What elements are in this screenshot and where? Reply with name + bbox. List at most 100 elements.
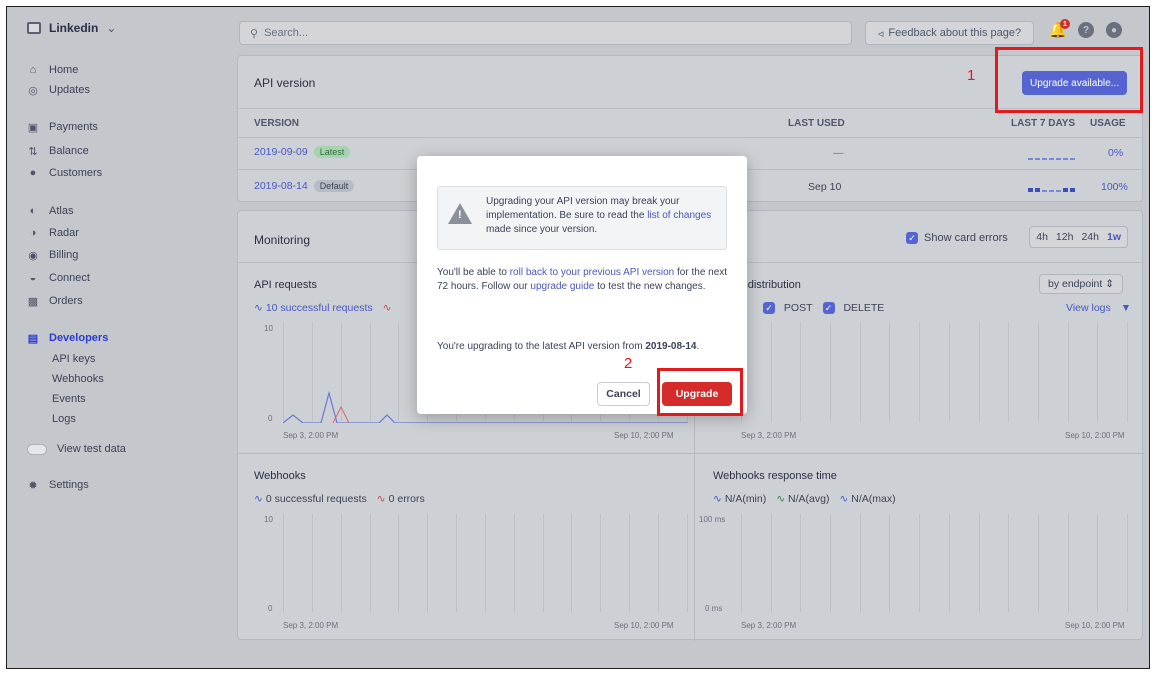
range-24h[interactable]: 24h bbox=[1081, 231, 1099, 243]
balance-icon: ⇅ bbox=[28, 145, 38, 158]
legend-label: N/A(min) bbox=[724, 493, 767, 505]
time-range-selector[interactable]: 4h 12h 24h 1w bbox=[1029, 226, 1128, 248]
webhooks-response-title: Webhooks response time bbox=[713, 470, 837, 482]
megaphone-icon: ◃ bbox=[877, 27, 884, 40]
range-4h[interactable]: 4h bbox=[1036, 231, 1048, 243]
checkbox-checked-icon: ✓ bbox=[763, 302, 775, 314]
radar-icon: ◑ bbox=[29, 227, 37, 239]
x-axis-end: Sep 10, 2:00 PM bbox=[1065, 431, 1125, 440]
line-icon: ∿ bbox=[376, 493, 386, 505]
usage-value: 0% bbox=[1108, 147, 1124, 159]
account-name: Linkedin bbox=[49, 21, 99, 35]
user-avatar-icon[interactable]: ● bbox=[1106, 22, 1122, 38]
annotation-box-1 bbox=[995, 47, 1143, 113]
warning-text: Upgrading your API version may break you… bbox=[486, 196, 712, 235]
table-row[interactable]: 2019-09-09 Latest bbox=[254, 146, 351, 158]
feedback-button[interactable]: ◃ Feedback about this page? bbox=[865, 21, 1034, 45]
toggle-label: View test data bbox=[57, 443, 126, 455]
line-icon: ∿ bbox=[382, 302, 392, 314]
annotation-number-2: 2 bbox=[624, 355, 633, 372]
line-icon: ∿ bbox=[776, 493, 786, 505]
sidebar-item-payments[interactable]: ▣ Payments bbox=[27, 119, 98, 135]
sidebar-item-updates[interactable]: ◎ Updates bbox=[27, 82, 90, 98]
app-window: Linkedin ⌄ ⌂ Home ◎ Updates ▣ Payments ⇅ Bal… bbox=[6, 6, 1150, 669]
x-axis-end: Sep 10, 2:00 PM bbox=[614, 431, 674, 440]
link-label: View logs bbox=[1066, 302, 1111, 314]
sidebar-item-label: Settings bbox=[49, 479, 89, 491]
webhooks-title: Webhooks bbox=[254, 470, 306, 482]
filter-label: DELETE bbox=[843, 302, 885, 314]
usage-sparkline bbox=[1028, 154, 1075, 160]
upgrade-guide-link[interactable]: upgrade guide bbox=[530, 281, 594, 292]
cancel-button[interactable]: Cancel bbox=[597, 382, 650, 406]
home-icon: ⌂ bbox=[29, 64, 37, 76]
sidebar-item-atlas[interactable]: ◐ Atlas bbox=[27, 203, 74, 219]
checkbox-checked-icon: ✓ bbox=[906, 232, 918, 244]
help-icon[interactable]: ? bbox=[1078, 22, 1094, 38]
filter-delete[interactable]: ✓ DELETE bbox=[822, 302, 885, 314]
sidebar-item-webhooks[interactable]: Webhooks bbox=[52, 373, 104, 385]
sidebar-item-api-keys[interactable]: API keys bbox=[52, 353, 95, 365]
sidebar-item-label: Home bbox=[49, 64, 79, 76]
version-link[interactable]: 2019-09-09 bbox=[254, 146, 308, 158]
sidebar-item-logs[interactable]: Logs bbox=[52, 413, 76, 425]
rollback-link[interactable]: roll back to your previous API version bbox=[510, 267, 675, 278]
sidebar-item-customers[interactable]: ● Customers bbox=[27, 165, 103, 181]
range-12h[interactable]: 12h bbox=[1056, 231, 1074, 243]
column-header-last-used: LAST USED bbox=[788, 118, 845, 129]
x-axis-start: Sep 3, 2:00 PM bbox=[283, 431, 339, 440]
y-axis-min: 0 ms bbox=[705, 604, 723, 613]
version-link[interactable]: 2019-08-14 bbox=[254, 180, 308, 192]
sidebar-item-billing[interactable]: ◉ Billing bbox=[27, 247, 78, 263]
y-axis-max: 10 bbox=[264, 324, 273, 333]
sidebar-item-balance[interactable]: ⇅ Balance bbox=[27, 143, 88, 159]
x-axis-end: Sep 10, 2:00 PM bbox=[614, 621, 674, 630]
search-input[interactable]: ⚲ Search... bbox=[239, 21, 852, 45]
feedback-label: Feedback about this page? bbox=[888, 27, 1022, 39]
sidebar-item-developers[interactable]: ▤ Developers bbox=[27, 330, 109, 346]
sidebar-item-label: Orders bbox=[49, 295, 83, 307]
sidebar-item-settings[interactable]: ✹ Settings bbox=[27, 477, 89, 493]
latest-badge: Latest bbox=[313, 146, 351, 158]
checkbox-label: Show card errors bbox=[924, 232, 1008, 244]
account-switcher[interactable]: Linkedin ⌄ bbox=[27, 21, 116, 35]
toggle-switch[interactable] bbox=[27, 443, 47, 455]
line-icon: ∿ bbox=[839, 493, 849, 505]
range-1w[interactable]: 1w bbox=[1107, 231, 1121, 243]
filter-post[interactable]: ✓ POST bbox=[763, 302, 813, 314]
notification-badge: 1 bbox=[1060, 19, 1070, 29]
list-of-changes-link[interactable]: list of changes bbox=[647, 210, 711, 221]
chart-grid bbox=[741, 323, 1128, 421]
view-logs-link[interactable]: View logs ▼ bbox=[1066, 302, 1131, 314]
endpoint-select[interactable]: by endpoint ⇕ bbox=[1039, 274, 1124, 294]
last-used-value: Sep 10 bbox=[808, 181, 842, 193]
view-test-data-toggle[interactable]: View test data bbox=[27, 441, 126, 457]
developers-icon: ▤ bbox=[27, 332, 39, 345]
sidebar-item-label: Connect bbox=[49, 272, 90, 284]
table-row[interactable]: 2019-08-14 Default bbox=[254, 180, 355, 192]
customers-icon: ● bbox=[29, 167, 37, 179]
sidebar-item-connect[interactable]: ◒ Connect bbox=[27, 270, 90, 286]
y-axis-min: 0 bbox=[268, 414, 273, 423]
legend-errors: ∿ bbox=[383, 302, 392, 314]
sidebar-item-events[interactable]: Events bbox=[52, 393, 86, 405]
sidebar-item-home[interactable]: ⌂ Home bbox=[27, 62, 79, 78]
sidebar-item-orders[interactable]: ▩ Orders bbox=[27, 293, 83, 309]
sidebar-item-radar[interactable]: ◑ Radar bbox=[27, 225, 79, 241]
show-card-errors-checkbox[interactable]: ✓ Show card errors bbox=[906, 232, 1008, 244]
sidebar-item-label: Atlas bbox=[49, 205, 74, 217]
y-axis-max: 10 bbox=[264, 515, 273, 524]
chart-grid bbox=[741, 514, 1128, 612]
sidebar-item-label: Radar bbox=[49, 227, 79, 239]
api-requests-legend: ∿ 10 successful requests ∿ bbox=[254, 302, 391, 314]
bell-icon[interactable]: 🔔 1 bbox=[1049, 19, 1070, 39]
response-legend: ∿ N/A(min) ∿ N/A(avg) ∿ N/A(max) bbox=[713, 493, 896, 505]
legend-avg: ∿ N/A(avg) bbox=[776, 493, 829, 505]
from-version: 2019-08-14 bbox=[645, 341, 697, 352]
x-axis-start: Sep 3, 2:00 PM bbox=[283, 621, 339, 630]
sidebar-item-label: Updates bbox=[49, 84, 90, 96]
filter-icon: ▼ bbox=[1120, 302, 1132, 314]
search-placeholder: Search... bbox=[264, 27, 309, 39]
legend-max: ∿ N/A(max) bbox=[839, 493, 895, 505]
legend-success: ∿ 10 successful requests bbox=[254, 302, 373, 314]
